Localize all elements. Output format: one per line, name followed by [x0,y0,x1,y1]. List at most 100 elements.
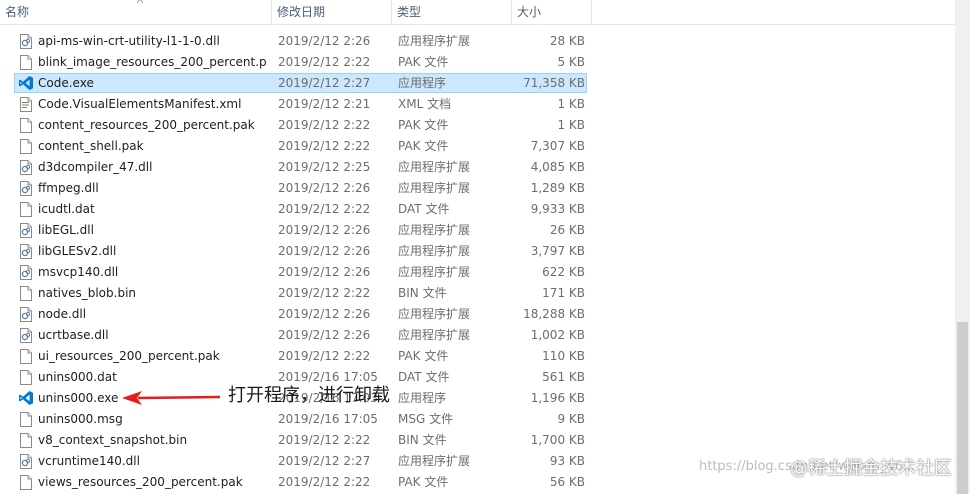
file-name: libGLESv2.dll [38,244,117,258]
file-name: libEGL.dll [38,223,94,237]
file-size: 1 KB [557,97,585,111]
file-row[interactable]: content_shell.pak 2019/2/12 2:22 PAK 文件 7,3… [0,136,955,157]
dll-icon [20,244,32,259]
file-date: 2019/2/12 2:22 [278,55,371,69]
file-name: v8_context_snapshot.bin [38,433,188,447]
file-row[interactable]: d3dcompiler_47.dll 2019/2/12 2:25 应用程序扩展 4,… [0,157,955,178]
column-header-date[interactable]: 修改日期 [272,0,392,24]
file-row[interactable]: Code.VisualElementsManifest.xml 2019/2/12… [0,94,955,115]
file-type: 应用程序扩展 [398,223,471,237]
file-row[interactable]: content_resources_200_percent.pak 2019/2/… [0,115,955,136]
file-type: 应用程序扩展 [398,160,471,174]
file-name: ucrtbase.dll [38,328,109,342]
vscode-icon [18,75,34,91]
file-type: MSG 文件 [398,412,454,426]
file-type: 应用程序扩展 [398,454,471,468]
file-date: 2019/2/12 2:26 [278,307,371,321]
file-name: views_resources_200_percent.pak [38,475,243,489]
file-size: 5 KB [557,55,585,69]
column-header-type[interactable]: 类型 [392,0,512,24]
file-type: XML 文档 [398,97,452,111]
file-name: content_shell.pak [38,139,144,153]
file-type: 应用程序扩展 [398,265,471,279]
file-row[interactable]: ucrtbase.dll 2019/2/12 2:26 应用程序扩展 1,002 KB [0,325,955,346]
file-date: 2019/2/12 2:26 [278,181,371,195]
file-type: PAK 文件 [398,55,449,69]
file-type: BIN 文件 [398,433,447,447]
file-icon [20,55,32,70]
dll-icon [20,454,32,469]
file-row[interactable]: unins000.dat 2019/2/16 17:05 DAT 文件 561 KB [0,367,955,388]
file-type: BIN 文件 [398,286,447,300]
file-name: d3dcompiler_47.dll [38,160,153,174]
file-type: 应用程序扩展 [398,181,471,195]
file-size: 1 KB [557,118,585,132]
file-row[interactable]: natives_blob.bin 2019/2/12 2:22 BIN 文件 171 … [0,283,955,304]
file-date: 2019/2/12 2:27 [278,76,371,90]
file-icon [20,370,32,385]
file-row[interactable]: libEGL.dll 2019/2/12 2:26 应用程序扩展 26 KB [0,220,955,241]
file-list: api-ms-win-crt-utility-l1-1-0.dll 2019/2/… [0,31,955,493]
file-icon [20,202,32,217]
file-row[interactable]: ffmpeg.dll 2019/2/12 2:26 应用程序扩展 1,289 KB [0,178,955,199]
file-type: 应用程序扩展 [398,244,471,258]
file-size: 28 KB [549,34,585,48]
file-date: 2019/2/12 2:26 [278,265,371,279]
file-type: 应用程序 [398,76,447,90]
file-row[interactable]: blink_image_resources_200_percent.p... 20… [0,52,955,73]
column-header-size-label: 大小 [517,5,542,19]
file-type: 应用程序扩展 [398,34,471,48]
file-row[interactable]: icudtl.dat 2019/2/12 2:22 DAT 文件 9,933 KB [0,199,955,220]
file-type: 应用程序 [398,391,447,405]
file-date: 2019/2/12 2:22 [278,118,371,132]
column-header-size[interactable]: 大小 [512,0,592,24]
file-name: natives_blob.bin [38,286,137,300]
file-date: 2019/2/12 2:22 [278,349,371,363]
file-date: 2019/2/12 2:26 [278,328,371,342]
file-date: 2019/2/12 2:27 [278,454,371,468]
file-name: unins000.msg [38,412,123,426]
file-name: node.dll [38,307,87,321]
file-size: 71,358 KB [523,76,585,90]
file-size: 56 KB [549,475,585,489]
file-icon [20,139,32,154]
file-type: PAK 文件 [398,139,449,153]
file-row[interactable]: msvcp140.dll 2019/2/12 2:26 应用程序扩展 622 KB [0,262,955,283]
file-row[interactable]: v8_context_snapshot.bin 2019/2/12 2:22 BIN… [0,430,955,451]
file-size: 3,797 KB [530,244,585,258]
file-name: ui_resources_200_percent.pak [38,349,220,363]
file-size: 93 KB [549,454,585,468]
file-row[interactable]: libGLESv2.dll 2019/2/12 2:26 应用程序扩展 3,797 K… [0,241,955,262]
scrollbar-thumb[interactable] [957,322,968,494]
sort-ascending-icon [137,0,143,3]
file-date: 2019/2/12 2:26 [278,244,371,258]
column-header-name[interactable]: 名称 [0,0,272,24]
file-size: 26 KB [549,223,585,237]
file-date: 2019/2/12 2:26 [278,223,371,237]
file-row[interactable]: api-ms-win-crt-utility-l1-1-0.dll 2019/2/… [0,31,955,52]
file-name: Code.VisualElementsManifest.xml [38,97,242,111]
file-row[interactable]: Code.exe 2019/2/12 2:27 应用程序 71,358 KB [0,73,955,94]
file-date: 2019/2/16 17:05 [278,412,378,426]
file-type: 应用程序扩展 [398,328,471,342]
file-row[interactable]: node.dll 2019/2/12 2:26 应用程序扩展 18,288 KB [0,304,955,325]
file-name: icudtl.dat [38,202,95,216]
file-size: 110 KB [542,349,585,363]
vscode-icon [18,390,34,406]
file-size: 1,002 KB [530,328,585,342]
dll-icon [20,307,32,322]
dll-icon [20,328,32,343]
file-name: api-ms-win-crt-utility-l1-1-0.dll [38,34,220,48]
file-row[interactable]: unins000.msg 2019/2/16 17:05 MSG 文件 9 KB [0,409,955,430]
file-name: Code.exe [38,76,94,90]
file-type: PAK 文件 [398,349,449,363]
dll-icon [20,181,32,196]
file-row[interactable]: ui_resources_200_percent.pak 2019/2/12 2:… [0,346,955,367]
file-date: 2019/2/12 2:22 [278,475,371,489]
file-date: 2019/2/12 2:21 [278,97,371,111]
file-icon [20,412,32,427]
file-name: msvcp140.dll [38,265,119,279]
dll-icon [20,223,32,238]
file-size: 1,196 KB [530,391,585,405]
file-size: 9 KB [557,412,585,426]
